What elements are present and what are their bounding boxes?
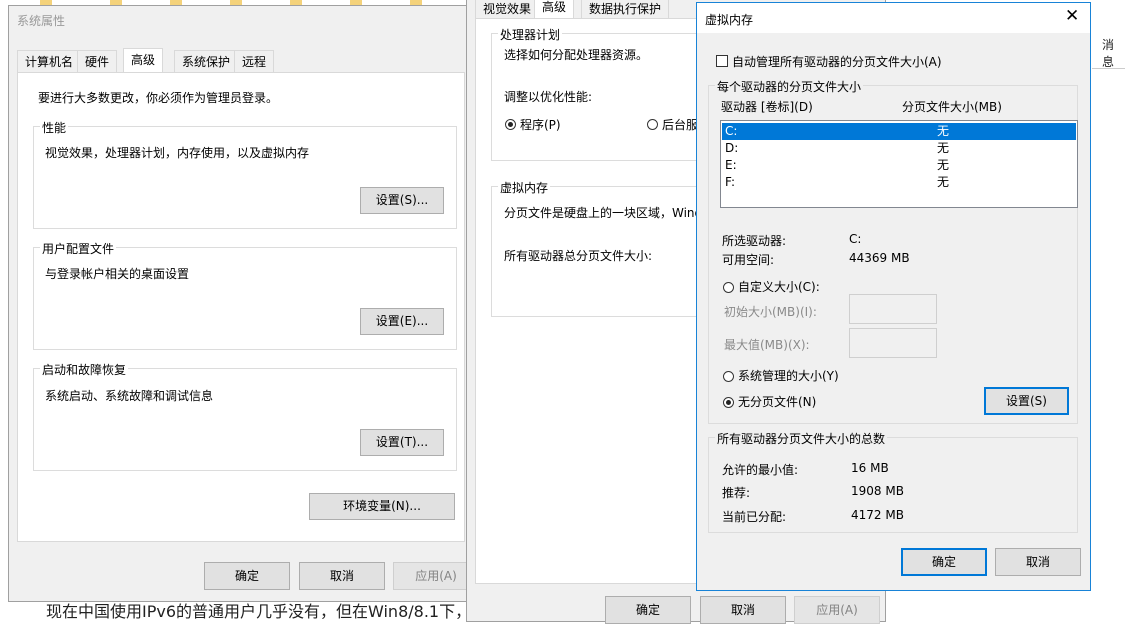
tab-data-execution-prevention[interactable]: 数据执行保护: [581, 0, 670, 19]
column-drive-header: 驱动器 [卷标](D): [721, 100, 813, 114]
auto-manage-checkbox[interactable]: [716, 55, 728, 67]
apply-button: 应用(A): [794, 596, 880, 624]
list-item[interactable]: C: 无: [722, 123, 1076, 140]
recommended-value: 1908 MB: [851, 484, 904, 498]
tab-hardware[interactable]: 硬件: [77, 50, 118, 72]
adjust-label: 调整以优化性能:: [504, 90, 593, 104]
selected-drive-label: 所选驱动器:: [722, 234, 787, 248]
system-managed-label: 系统管理的大小(Y): [738, 369, 839, 383]
group-label: 用户配置文件: [40, 240, 117, 257]
initial-size-input[interactable]: [849, 294, 937, 324]
background-services-radio[interactable]: [647, 119, 658, 130]
tab-remote[interactable]: 远程: [234, 50, 275, 72]
free-space-label: 可用空间:: [722, 253, 775, 267]
per-drive-group: 每个驱动器的分页文件大小 驱动器 [卷标](D) 分页文件大小(MB) C: 无…: [708, 78, 1078, 424]
group-label: 性能: [40, 119, 69, 136]
programs-radio[interactable]: [505, 119, 516, 130]
startup-settings-button[interactable]: 设置(T)...: [360, 429, 444, 456]
cancel-button[interactable]: 取消: [995, 548, 1081, 576]
selected-drive-value: C:: [849, 232, 862, 246]
drive-size: 无: [937, 158, 950, 172]
dialog-title: 虚拟内存: [705, 13, 754, 27]
system-properties-window: 系统属性 计算机名 硬件 高级 系统保护 远程 要进行大多数更改，你必须作为管理…: [8, 5, 479, 602]
drive-letter: F:: [725, 175, 736, 189]
title-bar: 虚拟内存 ✕: [697, 3, 1090, 33]
performance-settings-button[interactable]: 设置(S)...: [360, 187, 444, 214]
column-size-header: 分页文件大小(MB): [902, 100, 1002, 114]
system-managed-radio[interactable]: [723, 371, 734, 382]
drive-letter: E:: [725, 158, 737, 172]
list-item[interactable]: F: 无: [722, 174, 1076, 191]
environment-variables-button[interactable]: 环境变量(N)...: [309, 493, 455, 520]
current-allocated-label: 当前已分配:: [722, 510, 787, 524]
recommended-label: 推荐:: [722, 486, 751, 500]
user-profiles-settings-button[interactable]: 设置(E)...: [360, 308, 444, 335]
drive-letter: D:: [725, 141, 739, 155]
group-label: 启动和故障恢复: [40, 361, 129, 378]
min-allowed-label: 允许的最小值:: [722, 463, 799, 477]
virtual-memory-dialog: 虚拟内存 ✕ 自动管理所有驱动器的分页文件大小(A) 每个驱动器的分页文件大小 …: [696, 2, 1091, 591]
drive-size: 无: [937, 175, 950, 189]
list-item[interactable]: E: 无: [722, 157, 1076, 174]
programs-label: 程序(P): [520, 118, 561, 132]
initial-size-label: 初始大小(MB)(I):: [724, 305, 817, 319]
tab-computer-name[interactable]: 计算机名: [17, 50, 82, 72]
drive-size: 无: [937, 124, 950, 138]
window-title: 系统属性: [17, 14, 66, 28]
drive-size: 无: [937, 141, 950, 155]
no-paging-file-label: 无分页文件(N): [738, 395, 817, 409]
list-item[interactable]: D: 无: [722, 140, 1076, 157]
cancel-button[interactable]: 取消: [299, 562, 385, 590]
message-link[interactable]: 消息: [1102, 36, 1125, 70]
group-desc: 与登录帐户相关的桌面设置: [45, 267, 190, 281]
custom-size-radio[interactable]: [723, 282, 734, 293]
total-paging-label: 所有驱动器总分页文件大小:: [504, 249, 653, 263]
close-icon[interactable]: ✕: [1065, 6, 1079, 26]
tab-system-protection[interactable]: 系统保护: [174, 50, 239, 72]
no-paging-file-radio[interactable]: [723, 397, 734, 408]
background-services-label: 后台服: [662, 118, 699, 132]
user-profiles-group: 用户配置文件 与登录帐户相关的桌面设置 设置(E)...: [33, 240, 457, 350]
cancel-button[interactable]: 取消: [700, 596, 786, 624]
drive-list[interactable]: C: 无 D: 无 E: 无 F: 无: [720, 120, 1078, 208]
custom-size-label: 自定义大小(C):: [738, 280, 820, 294]
group-desc: 系统启动、系统故障和调试信息: [45, 389, 214, 403]
group-label: 虚拟内存: [498, 179, 551, 196]
tab-advanced[interactable]: 高级: [534, 0, 575, 19]
group-desc: 视觉效果，处理器计划，内存使用，以及虚拟内存: [45, 146, 310, 160]
max-size-input[interactable]: [849, 328, 937, 358]
tab-advanced[interactable]: 高级: [123, 48, 164, 73]
tab-visual-effects[interactable]: 视觉效果: [475, 0, 540, 19]
set-button[interactable]: 设置(S): [984, 387, 1069, 415]
drive-letter: C:: [725, 124, 738, 138]
free-space-value: 44369 MB: [849, 251, 910, 265]
group-label: 处理器计划: [498, 26, 563, 43]
advanced-panel: 要进行大多数更改，你必须作为管理员登录。 性能 视觉效果，处理器计划，内存使用，…: [17, 72, 465, 542]
ok-button[interactable]: 确定: [204, 562, 290, 590]
startup-recovery-group: 启动和故障恢复 系统启动、系统故障和调试信息 设置(T)...: [33, 361, 457, 471]
group-label: 所有驱动器分页文件大小的总数: [715, 430, 888, 447]
max-size-label: 最大值(MB)(X):: [724, 338, 810, 352]
divider: [1092, 68, 1125, 69]
admin-note: 要进行大多数更改，你必须作为管理员登录。: [38, 91, 279, 105]
ok-button[interactable]: 确定: [605, 596, 691, 624]
auto-manage-label: 自动管理所有驱动器的分页文件大小(A): [732, 55, 942, 69]
ok-button[interactable]: 确定: [901, 548, 987, 576]
performance-group: 性能 视觉效果，处理器计划，内存使用，以及虚拟内存 设置(S)...: [33, 119, 457, 229]
current-allocated-value: 4172 MB: [851, 508, 904, 522]
min-allowed-value: 16 MB: [851, 461, 889, 475]
totals-group: 所有驱动器分页文件大小的总数 允许的最小值: 16 MB 推荐: 1908 MB…: [708, 430, 1078, 533]
group-desc: 分页文件是硬盘上的一块区域，Wind: [504, 206, 703, 220]
group-label: 每个驱动器的分页文件大小: [715, 78, 864, 95]
group-desc: 选择如何分配处理器资源。: [504, 48, 649, 62]
